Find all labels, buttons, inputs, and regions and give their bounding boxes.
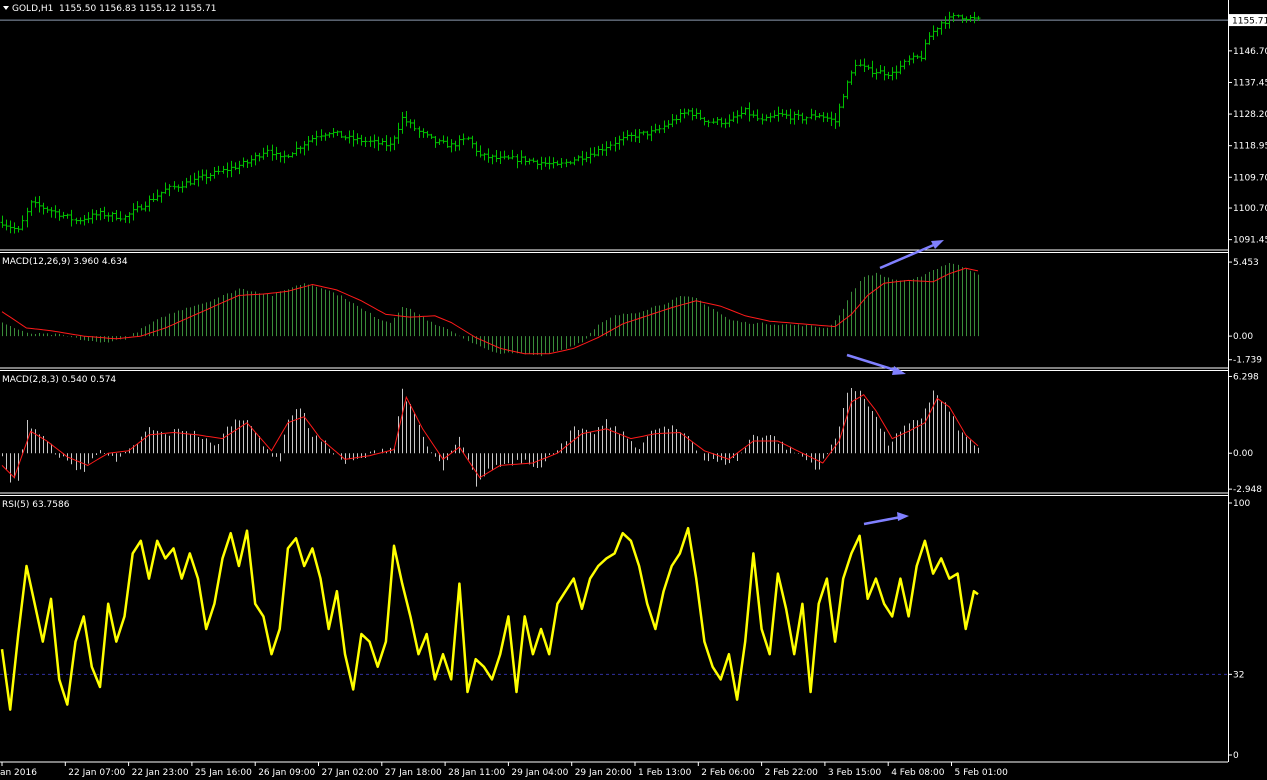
price-axis-label: 1091.45 (1233, 236, 1267, 246)
time-axis-label: 29 Jan 04:00 (511, 768, 568, 778)
svg-text:1155.71: 1155.71 (1232, 17, 1267, 27)
macd1-axis-label: 0.00 (1233, 332, 1253, 342)
macd2-axis-label: 6.298 (1233, 372, 1259, 382)
time-axis-label: 21 Jan 2016 (0, 768, 37, 778)
macd2-axis-label: -2.948 (1233, 485, 1262, 495)
trading-chart[interactable]: 1146.70 1137.45 1128.20 1118.95 1109.70 1100.… (0, 0, 1267, 780)
price-axis-label: 1118.95 (1233, 142, 1267, 152)
time-axis-label: 5 Feb 01:00 (955, 768, 1009, 778)
time-axis-label: 4 Feb 08:00 (891, 768, 945, 778)
macd2-title: MACD(2,8,3) 0.540 0.574 (2, 375, 116, 385)
rsi-axis-label: 0 (1233, 751, 1239, 761)
time-axis-label: 27 Jan 02:00 (322, 768, 379, 778)
time-axis-label: 29 Jan 20:00 (575, 768, 632, 778)
rsi-axis-label: 100 (1233, 499, 1250, 509)
chart-background (0, 0, 1267, 780)
ohlc-values: 1155.50 1156.83 1155.12 1155.71 (59, 4, 216, 14)
price-axis-label: 1137.45 (1233, 78, 1267, 88)
time-axis-label: 2 Feb 22:00 (765, 768, 819, 778)
macd1-axis-label: -1.739 (1233, 356, 1262, 366)
macd1-title: MACD(12,26,9) 3.960 4.634 (2, 257, 128, 267)
time-axis-label: 2 Feb 06:00 (701, 768, 755, 778)
rsi-axis-label: 32 (1233, 670, 1244, 680)
price-axis-label: 1128.20 (1233, 110, 1267, 120)
price-axis-label: 1109.70 (1233, 173, 1267, 183)
time-axis-label: 22 Jan 07:00 (68, 768, 125, 778)
rsi-title: RSI(5) 63.7586 (2, 500, 70, 510)
price-pane-title: GOLD,H1 1155.50 1156.83 1155.12 1155.71 (3, 4, 216, 14)
macd1-axis-label: 5.453 (1233, 258, 1259, 268)
price-axis-label: 1146.70 (1233, 47, 1267, 57)
time-axis-label: 28 Jan 11:00 (448, 768, 505, 778)
time-axis-label: 27 Jan 18:00 (385, 768, 442, 778)
time-axis-label: 1 Feb 13:00 (638, 768, 692, 778)
macd2-axis-label: 0.00 (1233, 449, 1253, 459)
price-axis-label: 1100.70 (1233, 204, 1267, 214)
current-price-badge: 1155.71 (1229, 14, 1267, 27)
symbol-title: GOLD,H1 (12, 4, 53, 14)
time-axis-label: 22 Jan 23:00 (132, 768, 189, 778)
time-axis-label: 3 Feb 15:00 (828, 768, 882, 778)
time-axis-label: 26 Jan 09:00 (258, 768, 315, 778)
time-axis-label: 25 Jan 16:00 (195, 768, 252, 778)
